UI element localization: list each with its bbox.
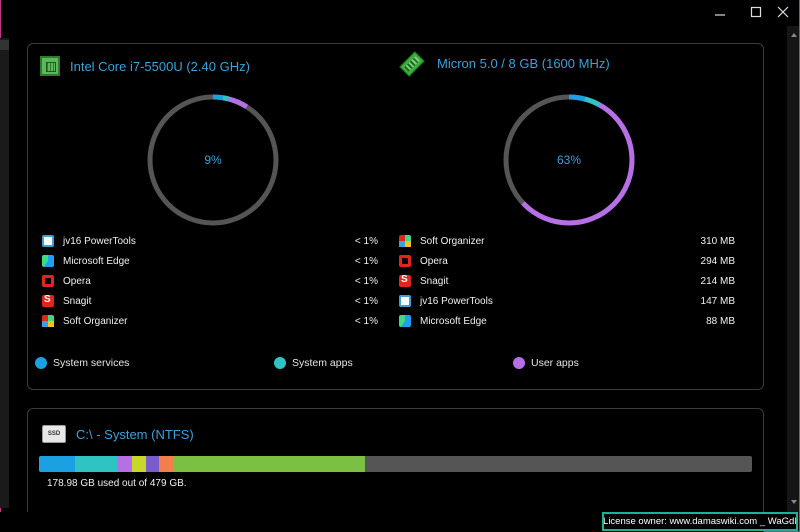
- left-scroll-thumb[interactable]: [0, 40, 9, 50]
- process-name: jv16 PowerTools: [63, 235, 136, 247]
- disk-usage-segment: [131, 456, 146, 472]
- disk-usage-segment: [145, 456, 159, 472]
- left-scroll-track: [0, 38, 9, 508]
- snagit-icon: [399, 274, 411, 287]
- process-name: jv16 PowerTools: [420, 295, 493, 307]
- title-bar: [0, 0, 800, 26]
- cpu-process-row: Soft Organizer < 1%: [42, 312, 378, 330]
- process-name: Soft Organizer: [63, 315, 128, 327]
- cpu-icon: [40, 56, 60, 76]
- disk-usage-segment: [74, 456, 118, 472]
- ram-process-row: jv16 PowerTools 147 MB: [399, 292, 735, 310]
- ssd-icon: SSD: [42, 425, 66, 443]
- disk-usage-segment: [158, 456, 173, 472]
- jv16-icon: [399, 295, 411, 307]
- ram-title: Micron 5.0 / 8 GB (1600 MHz): [437, 56, 610, 71]
- status-strip: [0, 512, 602, 532]
- legend-dot-system-apps: [274, 357, 286, 369]
- process-value: 310 MB: [700, 235, 735, 247]
- close-icon[interactable]: [763, 0, 800, 24]
- process-name: Opera: [420, 255, 448, 267]
- license-badge: License owner: www.damaswiki.com _ WaGdI: [602, 512, 798, 531]
- legend-label: User apps: [531, 357, 579, 369]
- soft-organizer-icon: [399, 235, 411, 247]
- disk-usage-segment: [117, 456, 132, 472]
- process-value: < 1%: [354, 255, 378, 267]
- process-name: Soft Organizer: [420, 235, 485, 247]
- ram-usage-label: 63%: [556, 153, 582, 167]
- legend-dot-user-apps: [513, 357, 525, 369]
- process-value: < 1%: [354, 275, 378, 287]
- opera-icon: [399, 255, 411, 267]
- process-value: < 1%: [354, 235, 378, 247]
- soft-organizer-icon: [42, 315, 54, 327]
- opera-icon: [42, 275, 54, 287]
- cpu-usage-label: 9%: [204, 153, 222, 167]
- cpu-process-row: Microsoft Edge < 1%: [42, 252, 378, 270]
- process-name: Snagit: [63, 295, 92, 307]
- process-value: 147 MB: [700, 295, 735, 307]
- process-name: Microsoft Edge: [420, 315, 487, 327]
- disk-usage-text: 178.98 GB used out of 479 GB.: [47, 478, 187, 489]
- edge-icon: [399, 315, 411, 327]
- cpu-title: Intel Core i7-5500U (2.40 GHz): [70, 58, 250, 74]
- cpu-header: Intel Core i7-5500U (2.40 GHz): [40, 56, 250, 76]
- scroll-up-icon[interactable]: [791, 33, 797, 37]
- process-value: 294 MB: [700, 255, 735, 267]
- cpu-process-row: Snagit < 1%: [42, 292, 378, 310]
- process-name: Opera: [63, 275, 91, 287]
- process-value: 88 MB: [706, 315, 735, 327]
- legend-system-services: System services: [35, 357, 129, 369]
- vertical-scrollbar[interactable]: [787, 26, 799, 512]
- ram-header: Micron 5.0 / 8 GB (1600 MHz): [397, 50, 610, 77]
- ram-process-row: Opera 294 MB: [399, 252, 735, 270]
- jv16-icon: [42, 235, 54, 247]
- process-name: Microsoft Edge: [63, 255, 130, 267]
- legend-user-apps: User apps: [513, 357, 579, 369]
- process-value: < 1%: [354, 295, 378, 307]
- process-name: Snagit: [420, 275, 449, 287]
- legend-label: System apps: [292, 357, 353, 369]
- process-value: < 1%: [354, 315, 378, 327]
- disk-usage-bar: [39, 456, 752, 472]
- ram-process-row: Snagit 214 MB: [399, 272, 735, 290]
- legend-system-apps: System apps: [274, 357, 353, 369]
- ram-process-row: Microsoft Edge 88 MB: [399, 312, 735, 330]
- disk-usage-segment: [172, 456, 366, 472]
- ram-process-row: Soft Organizer 310 MB: [399, 232, 735, 250]
- snagit-icon: [42, 294, 54, 307]
- legend-label: System services: [53, 357, 130, 369]
- legend-dot-system-services: [35, 357, 47, 369]
- disk-title: C:\ - System (NTFS): [76, 426, 194, 442]
- cpu-process-row: Opera < 1%: [42, 272, 378, 290]
- cpu-process-row: jv16 PowerTools < 1%: [42, 232, 378, 250]
- minimize-glyph: [715, 14, 725, 16]
- minimize-icon[interactable]: [700, 0, 740, 24]
- edge-icon: [42, 255, 54, 267]
- cpu-ram-panel: [27, 43, 764, 390]
- process-value: 214 MB: [700, 275, 735, 287]
- disk-usage-segment: [39, 456, 75, 472]
- scroll-down-icon[interactable]: [791, 500, 797, 504]
- disk-header: SSD C:\ - System (NTFS): [42, 425, 194, 443]
